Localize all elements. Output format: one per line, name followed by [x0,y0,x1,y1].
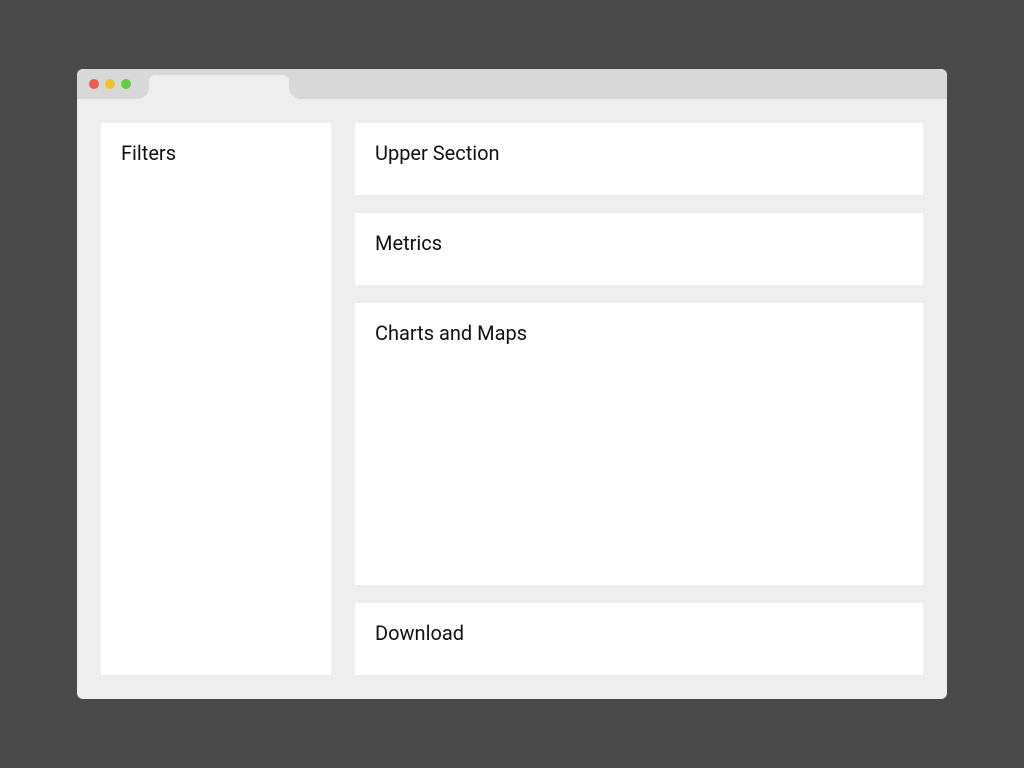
content-area: Filters Upper Section Metrics Charts and… [77,99,947,699]
download-panel: Download [355,603,923,675]
minimize-window-icon[interactable] [105,79,115,89]
maximize-window-icon[interactable] [121,79,131,89]
download-title: Download [375,621,903,645]
upper-section-panel: Upper Section [355,123,923,195]
browser-window: Filters Upper Section Metrics Charts and… [77,69,947,699]
upper-section-title: Upper Section [375,141,903,165]
filters-sidebar: Filters [101,123,331,675]
charts-maps-title: Charts and Maps [375,321,903,345]
browser-tab[interactable] [149,75,289,99]
main-column: Upper Section Metrics Charts and Maps Do… [355,123,923,675]
metrics-title: Metrics [375,231,903,255]
charts-maps-panel: Charts and Maps [355,303,923,585]
title-bar [77,69,947,99]
window-controls [89,79,131,89]
metrics-panel: Metrics [355,213,923,285]
filters-title: Filters [121,141,311,165]
close-window-icon[interactable] [89,79,99,89]
